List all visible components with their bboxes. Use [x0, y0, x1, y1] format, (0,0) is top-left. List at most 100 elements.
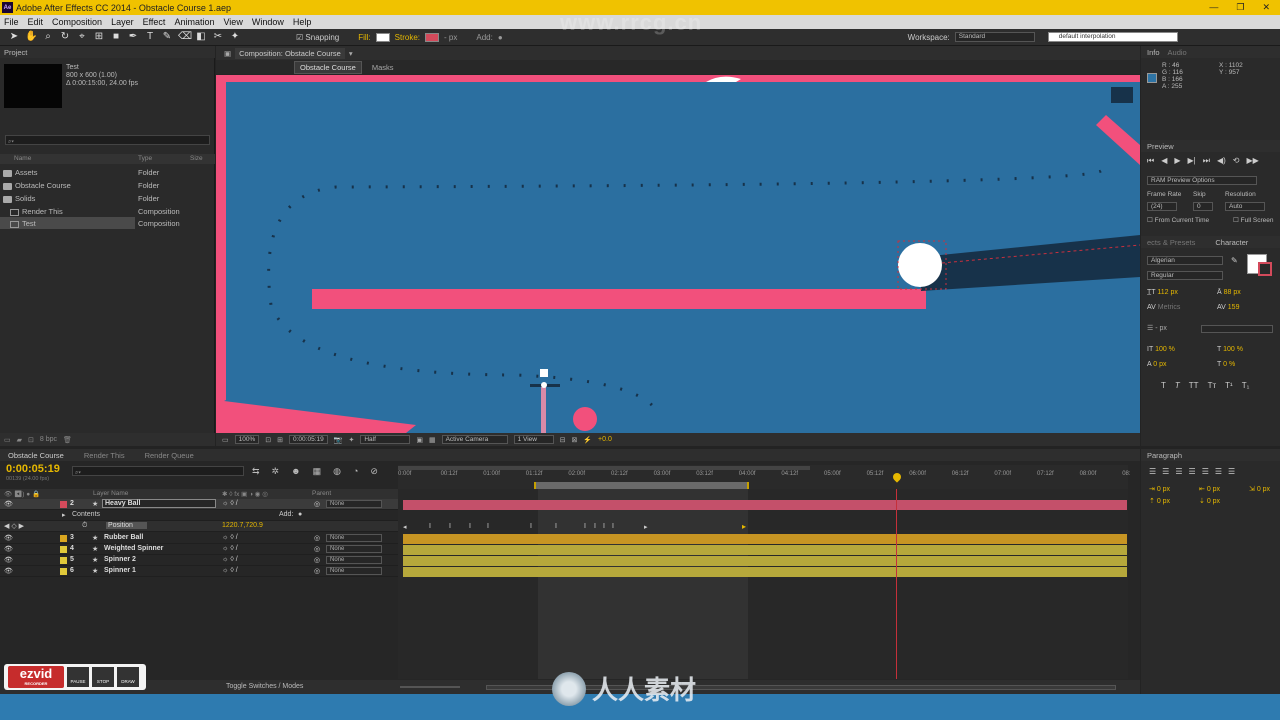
tab-obstacle-course[interactable]: Obstacle Course	[8, 451, 64, 460]
ezvid-draw-button[interactable]: DRAW	[117, 667, 139, 687]
project-item-assets[interactable]: Assets Folder	[0, 166, 215, 178]
track-area[interactable]: ◂ I I I I I I I I I I ▸ ▸	[398, 489, 1128, 679]
faux-italic-icon[interactable]: T	[1175, 381, 1180, 390]
position-keyframe[interactable]: I	[584, 523, 586, 530]
graph-editor-icon[interactable]: ◔	[353, 466, 358, 477]
visibility-icon[interactable]: 👁	[4, 545, 13, 553]
rotate-tool-icon[interactable]: ↻	[59, 31, 71, 43]
tab-effects-presets[interactable]: ects & Presets	[1147, 238, 1195, 247]
exposure-value[interactable]: +0.0	[598, 436, 612, 443]
expand-arrow-icon[interactable]: ▸	[62, 511, 66, 519]
baseline-field[interactable]: A 0 px	[1147, 361, 1166, 368]
tab-character[interactable]: Character	[1215, 238, 1248, 247]
crumb-masks[interactable]: Masks	[372, 63, 394, 72]
tab-info[interactable]: Info	[1147, 48, 1160, 57]
stroke-style-dropdown[interactable]	[1201, 325, 1273, 333]
current-time[interactable]: 0:00:05:19	[6, 463, 60, 475]
crumb-obstacle-course[interactable]: Obstacle Course	[294, 60, 362, 74]
layer-contents-row[interactable]: ▸ Contents Add: ●	[0, 510, 398, 521]
layer-switches-icon[interactable]: ☼ ◊ /	[222, 556, 238, 563]
layer-switches-icon[interactable]: ☼ ◊ /	[222, 545, 238, 552]
parent-dropdown[interactable]: None	[326, 545, 382, 553]
camera-tool-icon[interactable]: ⌖	[76, 31, 88, 43]
time-ruler[interactable]: 0:00f 00:12f 01:00f 01:12f 02:00f 02:12f 03:00…	[398, 465, 1131, 489]
play-icon[interactable]: ▶	[1174, 156, 1180, 166]
faux-bold-icon[interactable]: T	[1161, 381, 1166, 390]
align-left-icon[interactable]: ☰	[1149, 467, 1156, 476]
search-help-input[interactable]: default interpolation	[1047, 32, 1178, 42]
space-after-field[interactable]: ⇣ 0 px	[1199, 497, 1220, 505]
new-comp-icon[interactable]: ⊡	[28, 436, 34, 444]
layer-switches-icon[interactable]: ☼ ◊ /	[222, 500, 238, 507]
pickwhip-icon[interactable]: ◎	[314, 500, 320, 508]
pickwhip-icon[interactable]: ◎	[314, 567, 320, 575]
stroke-swatch[interactable]	[425, 32, 440, 42]
justify-all-icon[interactable]: ☰	[1228, 467, 1235, 476]
align-right-icon[interactable]: ☰	[1175, 467, 1182, 476]
eyedropper-icon[interactable]: ✎	[1231, 256, 1238, 265]
track-bar-spinner-2[interactable]	[403, 556, 1127, 566]
shy-icon[interactable]: ☻	[291, 466, 300, 477]
toggle-switches-modes[interactable]: Toggle Switches / Modes	[226, 683, 303, 690]
composition-tab[interactable]: Composition: Obstacle Course	[235, 47, 345, 59]
project-item-render-this[interactable]: Render This Composition	[0, 205, 215, 217]
position-keyframe[interactable]: I	[603, 523, 605, 530]
full-screen-checkbox[interactable]: ☐ Full Screen	[1233, 216, 1274, 224]
stroke-width[interactable]: - px	[444, 33, 457, 42]
close-button[interactable]: ✕	[1262, 2, 1270, 13]
leading-field[interactable]: Ā 88 px	[1217, 289, 1241, 296]
maximize-button[interactable]: ❐	[1236, 2, 1244, 13]
snapshot-icon[interactable]: 📷	[334, 436, 343, 444]
resolution-dropdown[interactable]: Half	[360, 435, 411, 444]
small-caps-icon[interactable]: Tт	[1208, 381, 1217, 390]
layer-row-heavy-ball[interactable]: 👁 2 ★ Heavy Ball ☼ ◊ / ◎ None	[0, 499, 398, 510]
align-center-icon[interactable]: ☰	[1162, 467, 1169, 476]
label-color-chip[interactable]	[60, 557, 67, 564]
first-frame-icon[interactable]: ⏮	[1147, 156, 1154, 166]
tab-render-this[interactable]: Render This	[84, 451, 125, 460]
layer-name-header[interactable]: Layer Name	[93, 490, 128, 497]
ezvid-pause-button[interactable]: PAUSE	[67, 667, 89, 687]
tsume-field[interactable]: T 0 %	[1217, 361, 1235, 368]
keyframe-nav-icon[interactable]: ◀ ◇ ▶	[4, 522, 24, 530]
horizontal-scale-field[interactable]: T 100 %	[1217, 346, 1243, 353]
position-keyframe[interactable]: I	[429, 523, 431, 530]
pickwhip-icon[interactable]: ◎	[314, 545, 320, 553]
add-icon[interactable]: ●	[298, 511, 302, 518]
ezvid-stop-button[interactable]: STOP	[92, 667, 114, 687]
rectangle-tool-icon[interactable]: ■	[110, 31, 122, 43]
show-channel-icon[interactable]: ✦	[348, 436, 354, 444]
label-color-chip[interactable]	[60, 535, 67, 542]
pickwhip-icon[interactable]: ◎	[314, 556, 320, 564]
visibility-icon[interactable]: 👁	[4, 500, 13, 508]
toggle-pixel-icon[interactable]: ⊟	[560, 436, 566, 444]
font-size-field[interactable]: T̲T 112 px	[1147, 289, 1178, 296]
skip-dropdown[interactable]: 0	[1193, 202, 1213, 211]
frame-rate-dropdown[interactable]: (24)	[1147, 202, 1177, 211]
audio-icon[interactable]: ◀)	[1217, 156, 1226, 166]
stroke-color-swatch[interactable]	[1258, 262, 1272, 276]
justify-center-icon[interactable]: ☰	[1202, 467, 1209, 476]
last-frame-icon[interactable]: ⏭	[1203, 156, 1210, 166]
clone-tool-icon[interactable]: ⌫	[178, 31, 192, 43]
current-time-display[interactable]: 0:00:05:19	[289, 435, 328, 444]
ram-preview-options[interactable]: RAM Preview Options	[1147, 176, 1257, 185]
from-current-checkbox[interactable]: ☐ From Current Time	[1147, 216, 1209, 224]
track-bar-weighted-spinner[interactable]	[403, 545, 1127, 555]
project-item-obstacle-course[interactable]: Obstacle Course Folder	[0, 179, 215, 191]
space-before-field[interactable]: ⇡ 0 px	[1149, 497, 1170, 505]
project-search-input[interactable]: ⌕▾	[5, 135, 210, 145]
layer-row-spinner-1[interactable]: 👁 6 ★ Spinner 1 ☼ ◊ / ◎ None	[0, 566, 398, 577]
justify-left-icon[interactable]: ☰	[1189, 467, 1196, 476]
track-bar-spinner-1[interactable]	[403, 567, 1127, 577]
project-item-solids[interactable]: Solids Folder	[0, 192, 215, 204]
all-caps-icon[interactable]: TT	[1189, 381, 1199, 390]
pen-tool-icon[interactable]: ✒	[127, 31, 139, 43]
bpc-button[interactable]: 8 bpc	[40, 436, 57, 443]
track-bar-rubber-ball[interactable]	[403, 534, 1127, 544]
view-layout-dropdown[interactable]: 1 View	[513, 435, 554, 444]
col-size[interactable]: Size	[190, 155, 203, 162]
position-keyframe[interactable]: I	[612, 523, 614, 530]
layer-row-weighted-spinner[interactable]: 👁 4 ★ Weighted Spinner ☼ ◊ / ◎ None	[0, 544, 398, 555]
search-help-field[interactable]: default interpolation	[1047, 32, 1182, 42]
